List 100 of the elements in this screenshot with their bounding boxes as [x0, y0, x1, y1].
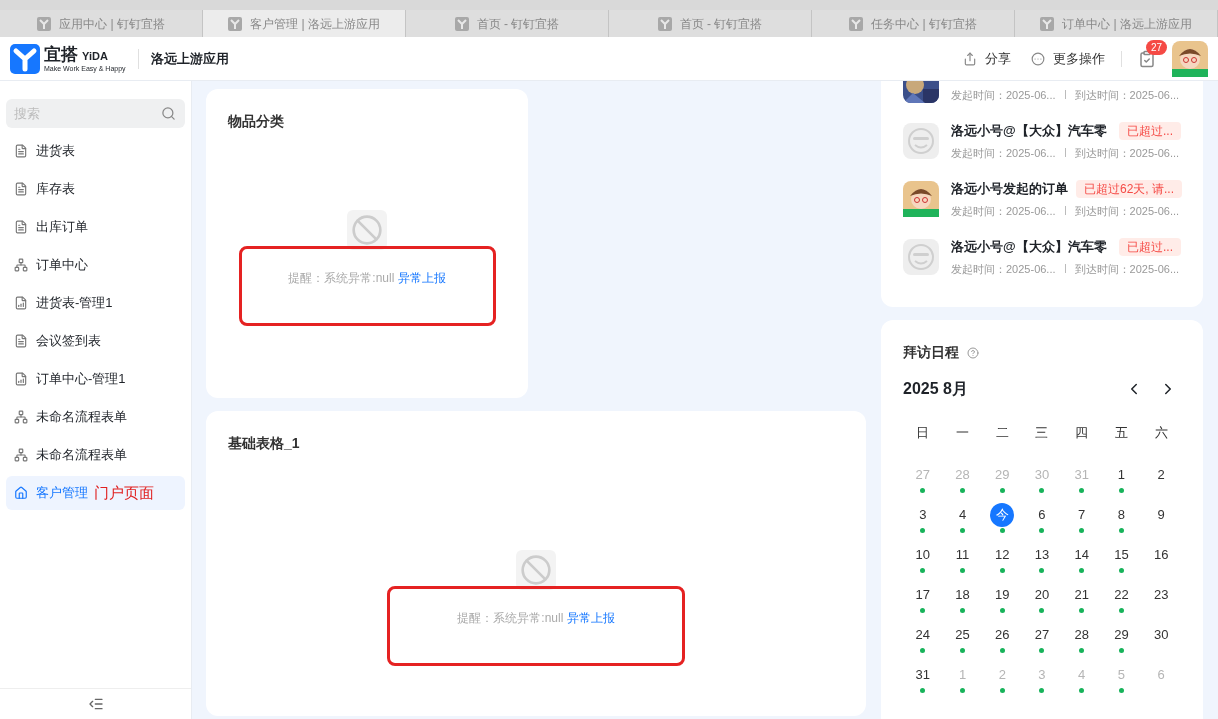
avatar-icon: [903, 181, 939, 217]
calendar-day[interactable]: 27: [1030, 623, 1054, 647]
calendar-day[interactable]: 26: [990, 623, 1015, 647]
order-title: 洛远小号@【大众】汽车零: [951, 122, 1107, 140]
weekday-label: 六: [1153, 424, 1169, 442]
app-name: 洛远上游应用: [150, 49, 229, 68]
status-tag: 已超过...: [1119, 121, 1181, 140]
report-link[interactable]: 异常上报: [566, 611, 615, 625]
order-title: 洛远小号发起的订单: [951, 180, 1068, 198]
calendar-day[interactable]: 11: [950, 543, 975, 567]
weekday-label: 三: [1034, 424, 1050, 442]
flow-icon: [14, 258, 28, 272]
weekday-label: 五: [1113, 424, 1129, 442]
calendar-day[interactable]: 12: [990, 543, 1015, 567]
annotation-text: 门户页面: [94, 482, 154, 503]
calendar-day[interactable]: 16: [1149, 543, 1174, 567]
empty-state-icon: [347, 210, 387, 250]
calendar-day[interactable]: 29: [1109, 623, 1134, 647]
start-time: 发起时间：2025-06...: [951, 261, 1056, 277]
calendar-day[interactable]: 15: [1109, 543, 1134, 567]
start-time: 发起时间：2025-06...: [951, 145, 1056, 161]
calendar-day[interactable]: 24: [910, 623, 935, 647]
share-button[interactable]: 分享: [963, 48, 1011, 69]
calendar-day[interactable]: 7: [1069, 503, 1094, 527]
sidebar-item[interactable]: 会议签到表: [6, 324, 185, 358]
sidebar-item[interactable]: 进货表: [6, 134, 185, 168]
form-icon: [14, 220, 28, 234]
app-logo-icon: [849, 16, 864, 31]
sidebar-item[interactable]: 客户管理 门户页面: [6, 476, 185, 510]
share-icon: [963, 51, 977, 66]
app-logo-icon: [657, 16, 672, 31]
sidebar-item[interactable]: 订单中心-管理1: [6, 362, 185, 396]
status-tag: 已超过...: [1119, 237, 1181, 256]
app-logo-icon: [37, 16, 52, 31]
flow-icon: [14, 448, 28, 462]
sidebar-item[interactable]: 订单中心: [6, 248, 185, 282]
order-item[interactable]: 洛远小号发起的订单 已超过62天, 请... 发起时间：2025-06... 到达时间：2025-06...: [881, 179, 1203, 219]
calendar-day[interactable]: 31: [910, 663, 935, 687]
error-message: 提醒：系统异常:null 异常上报: [457, 610, 615, 625]
card-title: 物品分类: [228, 112, 285, 131]
sidebar-item[interactable]: 进货表-管理1: [6, 286, 185, 320]
home-icon: [14, 486, 28, 500]
calendar-day[interactable]: 25: [950, 623, 975, 647]
logo-brand: YiDA: [82, 50, 108, 62]
report-link[interactable]: 异常上报: [397, 271, 446, 285]
calendar-title: 拜访日程: [903, 343, 959, 362]
arrive-time: 到达时间：2025-06...: [1074, 87, 1180, 103]
form-icon: [14, 144, 28, 158]
sidebar-item[interactable]: 出库订单: [6, 210, 185, 244]
logo-text: 宜搭: [44, 45, 78, 63]
report-icon: [14, 372, 28, 386]
form-icon: [14, 334, 28, 348]
calendar-day[interactable]: 4: [950, 503, 975, 527]
more-actions-button[interactable]: 更多操作: [1031, 48, 1105, 69]
calendar-day[interactable]: 3: [910, 503, 935, 527]
status-tag: 已超过62天, 请...: [1076, 179, 1183, 198]
sidebar-item[interactable]: 库存表: [6, 172, 185, 206]
weekday-label: 日: [915, 424, 931, 442]
calendar-day[interactable]: 19: [990, 583, 1015, 607]
calendar-day[interactable]: 23: [1149, 583, 1174, 607]
form-icon: [14, 182, 28, 196]
order-title: 洛远小号@【大众】汽车零: [951, 238, 1107, 256]
flow-icon: [14, 410, 28, 424]
report-icon: [14, 296, 28, 310]
calendar-day[interactable]: 8: [1109, 503, 1134, 527]
calendar-day[interactable]: 2: [1149, 463, 1174, 487]
calendar-day[interactable]: 20: [1030, 583, 1054, 607]
weekday-label: 四: [1074, 424, 1090, 442]
calendar-day[interactable]: 13: [1030, 543, 1054, 567]
calendar-day[interactable]: 1: [1109, 463, 1134, 487]
calendar-day[interactable]: 14: [1069, 543, 1094, 567]
avatar-icon: [903, 123, 939, 159]
sidebar-item[interactable]: 未命名流程表单: [6, 438, 185, 472]
card-title: 基础表格_1: [228, 434, 301, 453]
weekday-label: 一: [955, 424, 971, 442]
start-time: 发起时间：2025-06...: [951, 87, 1056, 103]
month-label: 2025 8月: [903, 379, 969, 399]
calendar-day[interactable]: 6: [1030, 503, 1054, 527]
collapse-icon[interactable]: [87, 696, 104, 712]
avatar-icon: [1172, 40, 1208, 77]
sidebar-item[interactable]: 未命名流程表单: [6, 400, 185, 434]
app-logo-icon: [454, 16, 469, 31]
calendar-day[interactable]: 18: [950, 583, 975, 607]
calendar-day[interactable]: 9: [1149, 503, 1174, 527]
calendar-day[interactable]: 30: [1149, 623, 1174, 647]
arrive-time: 到达时间：2025-06...: [1074, 203, 1180, 219]
calendar-day[interactable]: 10: [910, 543, 935, 567]
calendar-day[interactable]: 22: [1109, 583, 1134, 607]
calendar-day[interactable]: 17: [910, 583, 935, 607]
search-icon: [161, 106, 176, 121]
calendar-day[interactable]: 21: [1069, 583, 1094, 607]
start-time: 发起时间：2025-06...: [951, 203, 1056, 219]
calendar-day[interactable]: 28: [1069, 623, 1094, 647]
empty-state-icon: [516, 550, 556, 590]
weekday-label: 二: [994, 424, 1010, 442]
logo-icon: [10, 43, 40, 74]
calendar-day[interactable]: 今: [990, 503, 1015, 527]
order-item[interactable]: 洛远小号@【大众】汽车零 已超过... 发起时间：2025-06... 到达时间：2025-06...: [881, 237, 1203, 277]
order-item[interactable]: 洛远小号@【大众】汽车零 已超过... 发起时间：2025-06... 到达时间：2025-06...: [881, 121, 1203, 161]
avatar-icon: [903, 239, 939, 275]
